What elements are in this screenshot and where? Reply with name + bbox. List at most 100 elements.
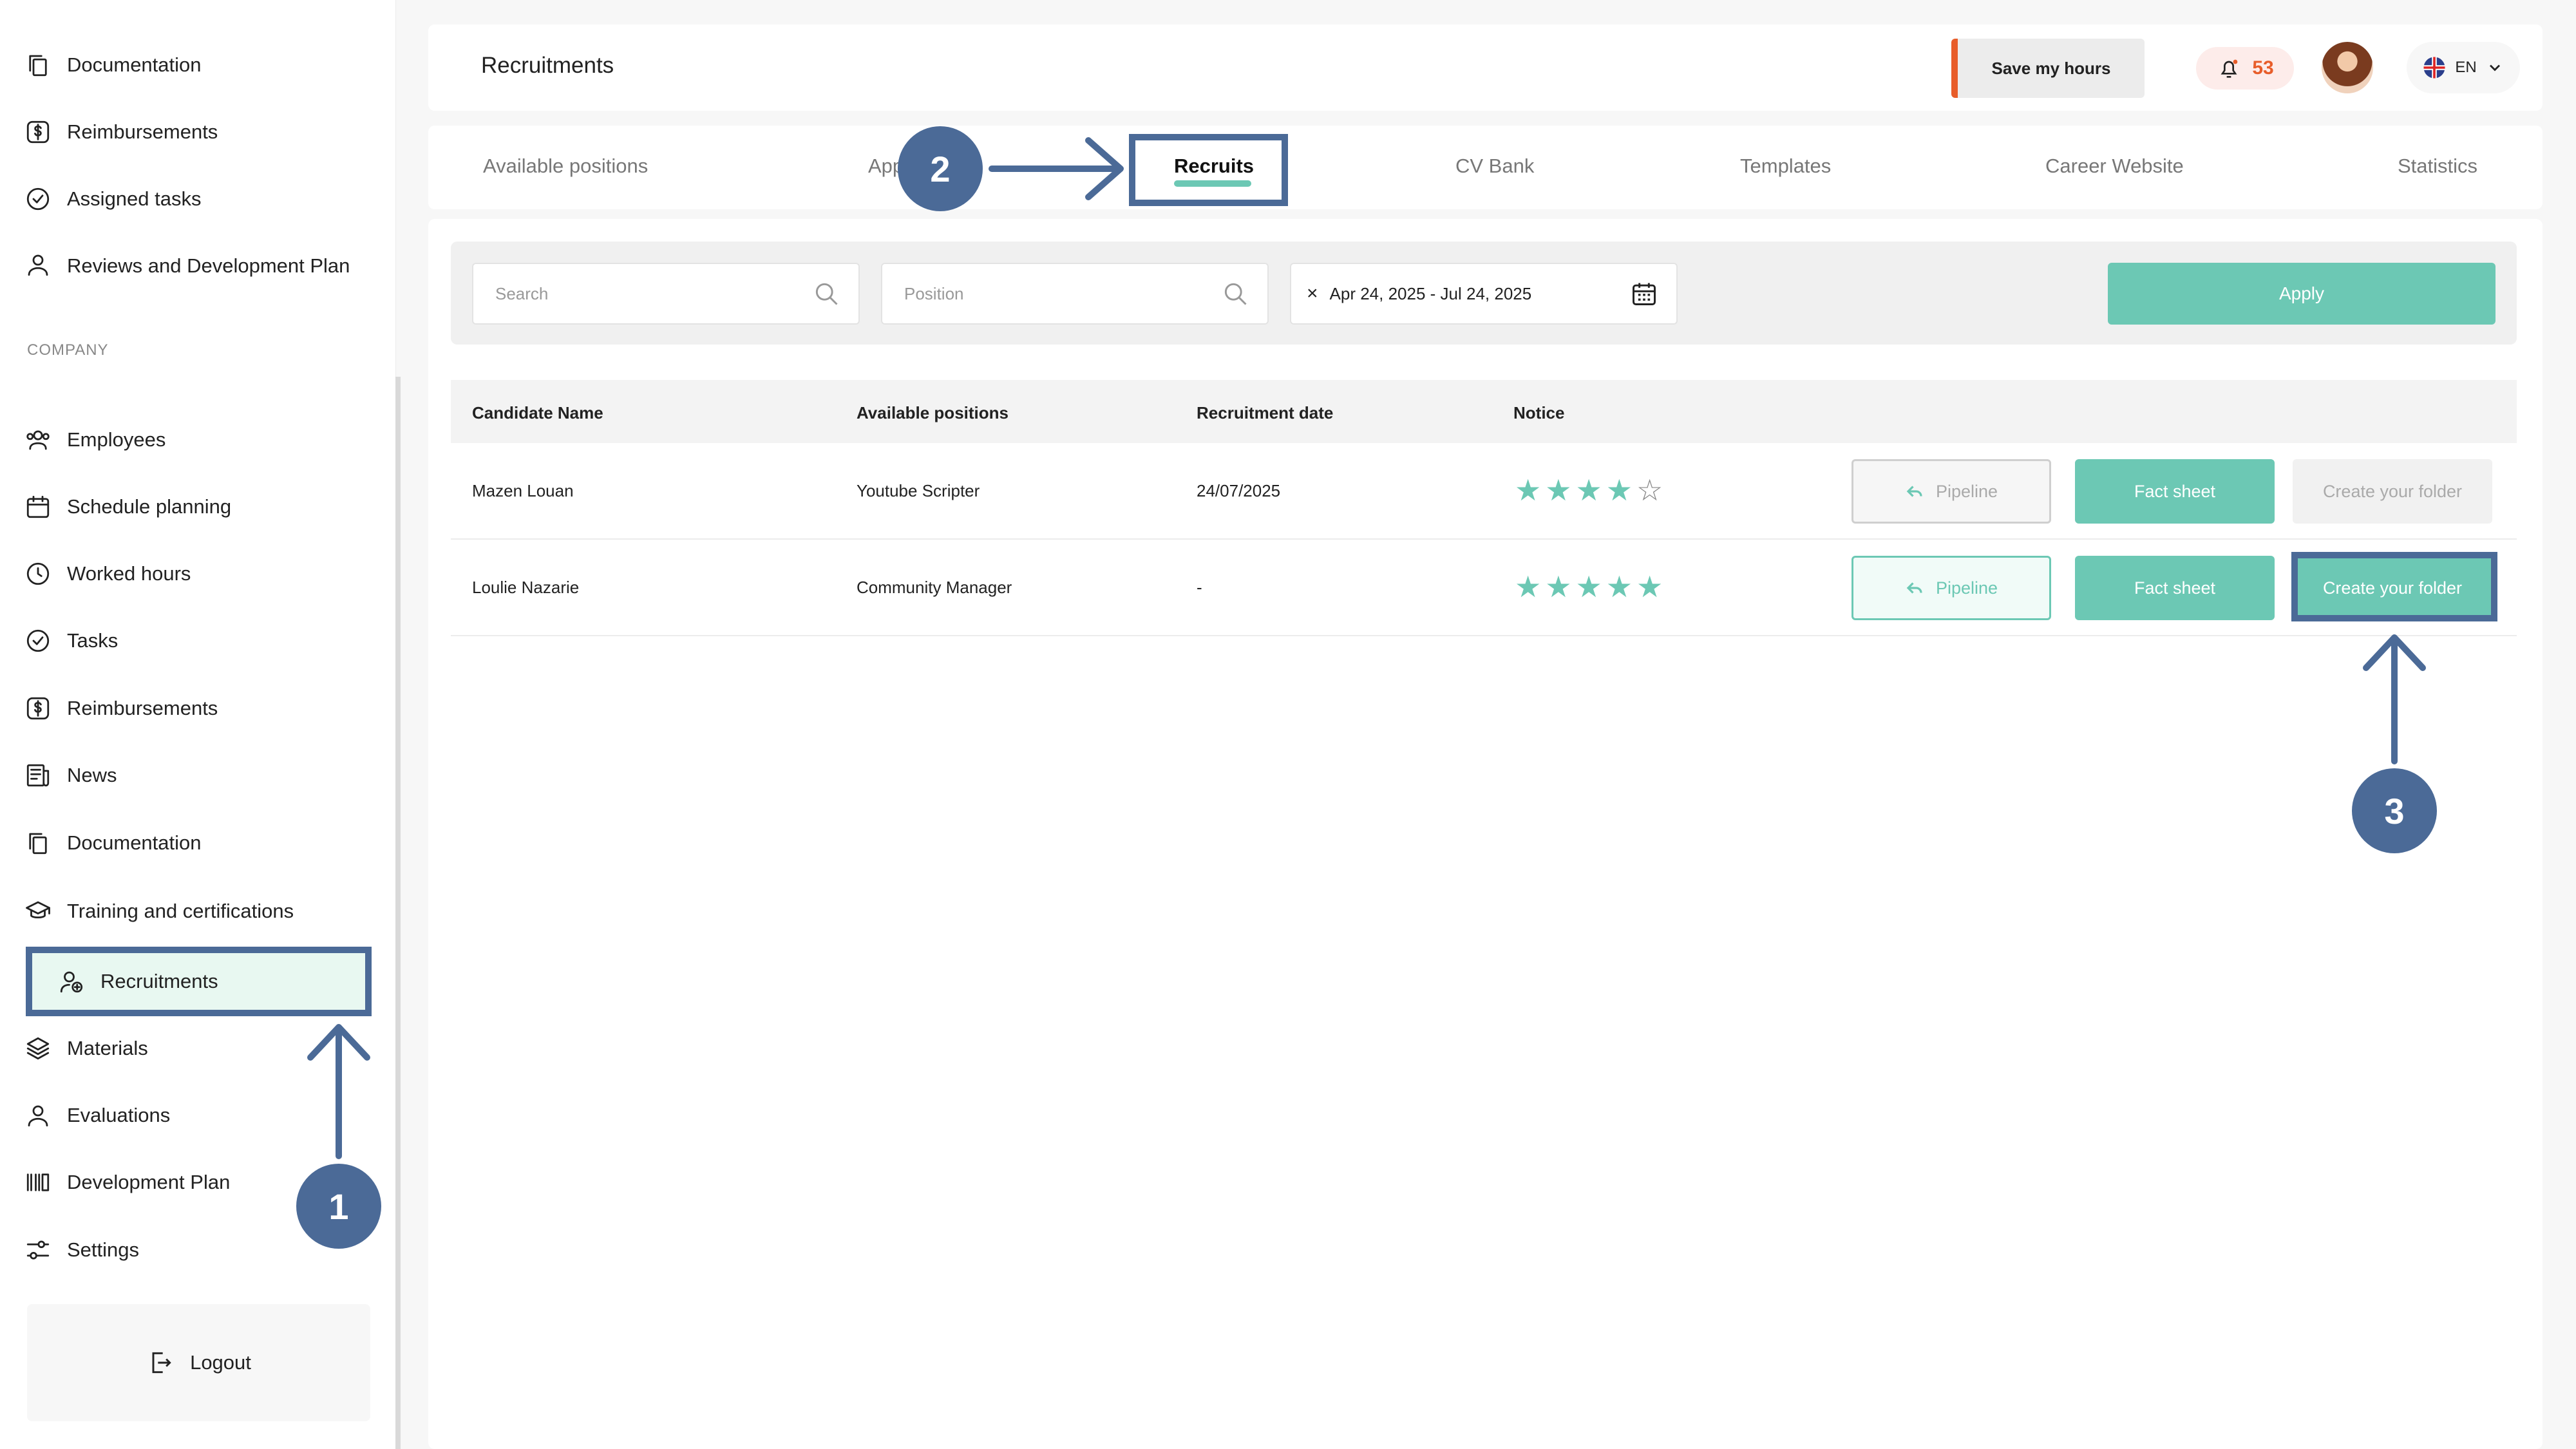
recruitment-date: - [1197, 578, 1202, 597]
highlight-recruits-tab [1129, 134, 1288, 206]
sidebar-item-label: Documentation [67, 831, 202, 854]
pipeline-button[interactable]: Pipeline [1852, 556, 2051, 620]
step-badge-3: 3 [2352, 768, 2437, 853]
sidebar-item-development-plan[interactable]: Development Plan [24, 1169, 230, 1196]
avatar[interactable] [2322, 42, 2373, 93]
tab-templates[interactable]: Templates [1740, 155, 1831, 178]
sidebar-item-label: Settings [67, 1238, 140, 1261]
pipeline-button[interactable]: Pipeline [1852, 459, 2051, 524]
sidebar-item-label: Evaluations [67, 1104, 171, 1126]
bars-icon [26, 1173, 50, 1191]
save-hours-label: Save my hours [1991, 58, 2111, 78]
sidebar-item-employees[interactable]: Employees [24, 426, 166, 453]
fact-sheet-button[interactable]: Fact sheet [2075, 459, 2275, 524]
sidebar-item-schedule-planning[interactable]: Schedule planning [24, 493, 231, 520]
apply-label: Apply [2278, 283, 2325, 303]
clear-date-button[interactable]: × [1307, 283, 1318, 305]
star-empty-icon: ☆ [1636, 473, 1663, 507]
column-header-recruitment-date: Recruitment date [1197, 403, 1334, 422]
star-filled-icon: ★ [1636, 570, 1663, 603]
position-placeholder: Position [904, 283, 964, 303]
clock-icon [26, 562, 50, 585]
check-circle-icon [26, 187, 50, 211]
sidebar-item-label: Documentation [67, 53, 202, 76]
sidebar-item-label: News [67, 764, 117, 786]
dollar-icon [26, 120, 50, 144]
page-title: Recruitments [481, 53, 614, 78]
sidebar-item-label: Worked hours [67, 562, 191, 585]
sidebar-item-documentation[interactable]: Documentation [24, 829, 202, 857]
calendar-icon[interactable] [1630, 279, 1658, 308]
sidebar-item-tasks[interactable]: Tasks [24, 627, 118, 654]
star-filled-icon: ★ [1515, 473, 1542, 507]
sidebar-item-assigned-tasks[interactable]: Assigned tasks [24, 184, 202, 214]
language-code: EN [2455, 59, 2477, 76]
graduation-cap-icon [26, 901, 50, 919]
sidebar-item-label: Tasks [67, 629, 118, 652]
star-filled-icon: ★ [1605, 473, 1633, 507]
table-row: Loulie Nazarie Community Manager - ★ ★ ★ ★ ★ Pip… [451, 540, 2517, 636]
save-hours-button[interactable]: Save my hours [1951, 39, 2145, 98]
sidebar-item-label: Schedule planning [67, 495, 232, 518]
search-icon [815, 283, 838, 305]
sidebar-item-documentation[interactable]: Documentation [24, 50, 202, 80]
users-icon [26, 430, 50, 450]
sidebar-item-reimbursements[interactable]: Reimbursements [24, 695, 218, 722]
sliders-icon [26, 1240, 50, 1260]
search-icon [1224, 283, 1247, 305]
logout-button[interactable]: Logout [27, 1304, 370, 1421]
calendar-icon [26, 495, 50, 518]
notification-button[interactable]: 53 [2196, 47, 2294, 90]
documents-icon [29, 55, 47, 77]
tab-career-website[interactable]: Career Website [2045, 155, 2184, 178]
tab-statistics[interactable]: Statistics [2398, 155, 2477, 178]
dollar-icon [26, 697, 50, 720]
sidebar-item-worked-hours[interactable]: Worked hours [24, 560, 191, 587]
step-badge-1: 1 [296, 1164, 381, 1249]
position-input[interactable]: Position [881, 263, 1269, 325]
sidebar-item-evaluations[interactable]: Evaluations [24, 1102, 170, 1129]
sidebar-item-reimbursements[interactable]: Reimbursements [24, 117, 218, 147]
logout-icon [152, 1352, 171, 1374]
sidebar-item-materials[interactable]: Materials [24, 1035, 148, 1062]
column-header-available-positions: Available positions [857, 403, 1009, 422]
sidebar-scrollbar[interactable] [395, 377, 401, 1449]
sidebar-item-label: Employees [67, 428, 166, 451]
highlight-create-folder-button [2291, 552, 2497, 621]
rating-stars: ★ ★ ★ ★ ☆ [1515, 475, 1663, 505]
user-icon [28, 254, 48, 276]
sidebar-item-news[interactable]: News [24, 762, 117, 789]
sidebar-item-label: Assigned tasks [67, 187, 202, 210]
star-filled-icon: ★ [1575, 570, 1602, 603]
date-range-input[interactable]: × Apr 24, 2025 - Jul 24, 2025 [1290, 263, 1678, 325]
candidate-name: Loulie Nazarie [472, 578, 580, 597]
filter-bar: Search Position × Apr 24, 2025 - Jul 24,… [451, 242, 2517, 345]
uk-flag-icon [2423, 57, 2445, 79]
language-selector[interactable]: EN [2407, 42, 2520, 93]
search-input[interactable]: Search [472, 263, 860, 325]
star-filled-icon: ★ [1515, 570, 1542, 603]
tab-bar: Available positions App Recruits CV Bank… [428, 126, 2543, 209]
fact-sheet-label: Fact sheet [2134, 578, 2216, 598]
tab-cv-bank[interactable]: CV Bank [1455, 155, 1534, 178]
date-range-value: Apr 24, 2025 - Jul 24, 2025 [1329, 283, 1532, 303]
step-badge-2: 2 [898, 126, 983, 211]
check-circle-icon [26, 629, 50, 652]
tab-available-positions[interactable]: Available positions [483, 155, 648, 178]
bell-icon [2221, 59, 2238, 78]
apply-button[interactable]: Apply [2108, 263, 2496, 325]
logout-label: Logout [190, 1351, 251, 1374]
recruitment-date: 24/07/2025 [1197, 481, 1281, 500]
sidebar-item-settings[interactable]: Settings [24, 1236, 139, 1264]
recruits-table: Candidate Name Available positions Recru… [451, 380, 2517, 636]
user-icon [28, 1105, 48, 1127]
table-header: Candidate Name Available positions Recru… [451, 380, 2517, 443]
sidebar-item-reviews-and-development-plan[interactable]: Reviews and Development Plan [24, 251, 359, 281]
create-folder-button[interactable]: Create your folder [2293, 459, 2492, 524]
reply-arrow-icon [1906, 582, 1922, 594]
fact-sheet-button[interactable]: Fact sheet [2075, 556, 2275, 620]
column-header-notice: Notice [1513, 403, 1565, 422]
star-filled-icon: ★ [1605, 570, 1633, 603]
sidebar-item-training-and-certifications[interactable]: Training and certifications [24, 898, 294, 925]
reply-arrow-icon [1906, 486, 1922, 497]
